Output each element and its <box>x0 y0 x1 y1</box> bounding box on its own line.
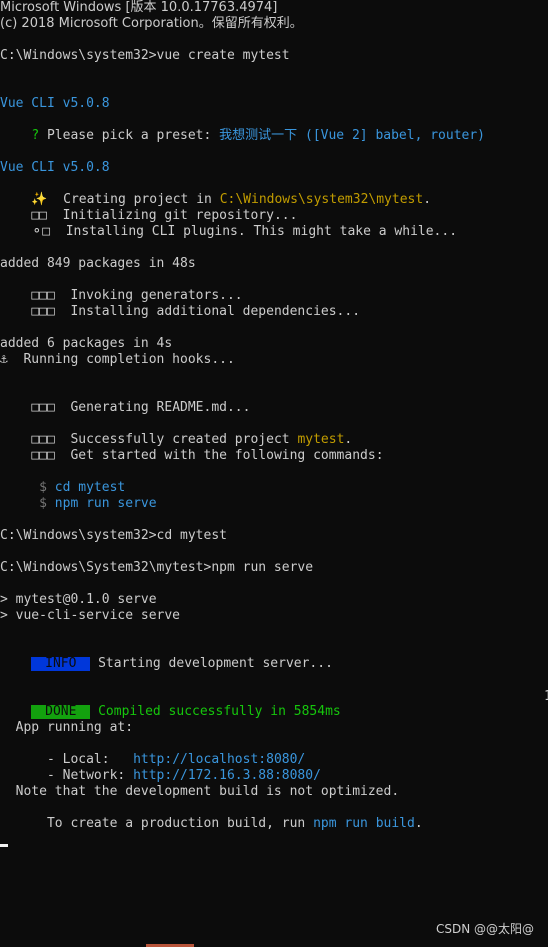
network-label: - Network: <box>31 768 134 783</box>
note-line: Note that the development build is not o… <box>0 784 400 799</box>
command-serve-line: $ npm run serve <box>0 480 156 511</box>
serve-script-line: > mytest@0.1.0 serve <box>0 592 157 607</box>
production-build-line: To create a production build, run npm ru… <box>0 800 423 831</box>
vue-cli-version-2: Vue CLI v5.0.8 <box>0 160 110 175</box>
dollar-prompt: $ <box>31 496 55 511</box>
line-overflow-marker: 1 <box>544 689 548 704</box>
production-build-suffix: . <box>414 816 423 831</box>
done-badge: DONE <box>31 704 91 719</box>
invoking-generators-line: □□□ Invoking generators... <box>0 272 242 303</box>
get-started-text: Get started with the following commands: <box>54 448 384 463</box>
preset-answer: 我想测试一下 <box>219 128 298 143</box>
installing-plugins-line: ⚬□ Installing CLI plugins. This might ta… <box>0 208 457 239</box>
installing-deps-text: Installing additional dependencies... <box>54 304 361 319</box>
text-cursor <box>0 844 8 847</box>
npm-run-build-command: npm run build <box>313 816 415 831</box>
spinner-glyph-icon: ⚬□ <box>31 224 51 239</box>
terminal-window[interactable]: Microsoft Windows [版本 10.0.17763.4974] (… <box>0 0 548 947</box>
done-text: Compiled successfully in 5854ms <box>90 704 341 719</box>
app-running-line: App running at: <box>0 720 134 735</box>
preset-detail: ([Vue 2] babel, router) <box>297 128 486 143</box>
installing-plugins-text: Installing CLI plugins. This might take … <box>50 224 458 239</box>
production-build-text: To create a production build, run <box>31 816 314 831</box>
readme-line: □□□ Generating README.md... <box>0 384 250 415</box>
added-849-line: added 849 packages in 48s <box>0 256 196 271</box>
installing-deps-line: □□□ Installing additional dependencies..… <box>0 288 360 319</box>
npm-serve-command: C:\Windows\System32\mytest>npm run serve <box>0 560 314 575</box>
info-line: INFO Starting development server... <box>0 640 333 671</box>
command-cd-line: $ cd mytest <box>0 464 125 495</box>
added-6-line: added 6 packages in 4s <box>0 336 173 351</box>
box-glyph-icon: □□□ <box>31 448 55 463</box>
local-url-line: - Local: http://localhost:8080/ <box>0 736 305 767</box>
creating-project-line: ✨ Creating project in C:\Windows\system3… <box>0 176 431 207</box>
network-url-line: - Network: http://172.16.3.88:8080/ <box>0 752 321 783</box>
success-line: □□□ Successfully created project mytest. <box>0 416 352 447</box>
header-version-line: Microsoft Windows [版本 10.0.17763.4974] <box>0 0 278 15</box>
cd-command: C:\Windows\system32>cd mytest <box>0 528 227 543</box>
get-started-line: □□□ Get started with the following comma… <box>0 432 383 463</box>
init-git-line: □□ Initializing git repository... <box>0 192 297 223</box>
network-url-link[interactable]: http://172.16.3.88:8080/ <box>133 768 321 783</box>
done-line: DONE Compiled successfully in 5854ms <box>0 688 341 719</box>
readme-text: Generating README.md... <box>54 400 251 415</box>
info-badge: INFO <box>31 656 91 671</box>
box-glyph-icon: □□□ <box>31 304 55 319</box>
serve-service-line: > vue-cli-service serve <box>0 608 181 623</box>
preset-prompt-text: Please pick a preset: <box>39 128 220 143</box>
header-copyright-line: (c) 2018 Microsoft Corporation。保留所有权利。 <box>0 16 303 31</box>
question-mark: ? <box>31 128 40 143</box>
command-serve: npm run serve <box>54 496 157 511</box>
vue-cli-version: Vue CLI v5.0.8 <box>0 96 110 111</box>
csdn-watermark: CSDN @@太阳@ <box>435 922 534 936</box>
info-text: Starting development server... <box>90 656 333 671</box>
vue-create-command: C:\Windows\system32>vue create mytest <box>0 48 290 63</box>
completion-hooks-line: ⚓ Running completion hooks... <box>0 352 235 367</box>
box-glyph-icon: □□□ <box>31 400 55 415</box>
creating-suffix: . <box>423 192 432 207</box>
preset-prompt-line: ? Please pick a preset: 我想测试一下 ([Vue 2] … <box>0 112 485 143</box>
